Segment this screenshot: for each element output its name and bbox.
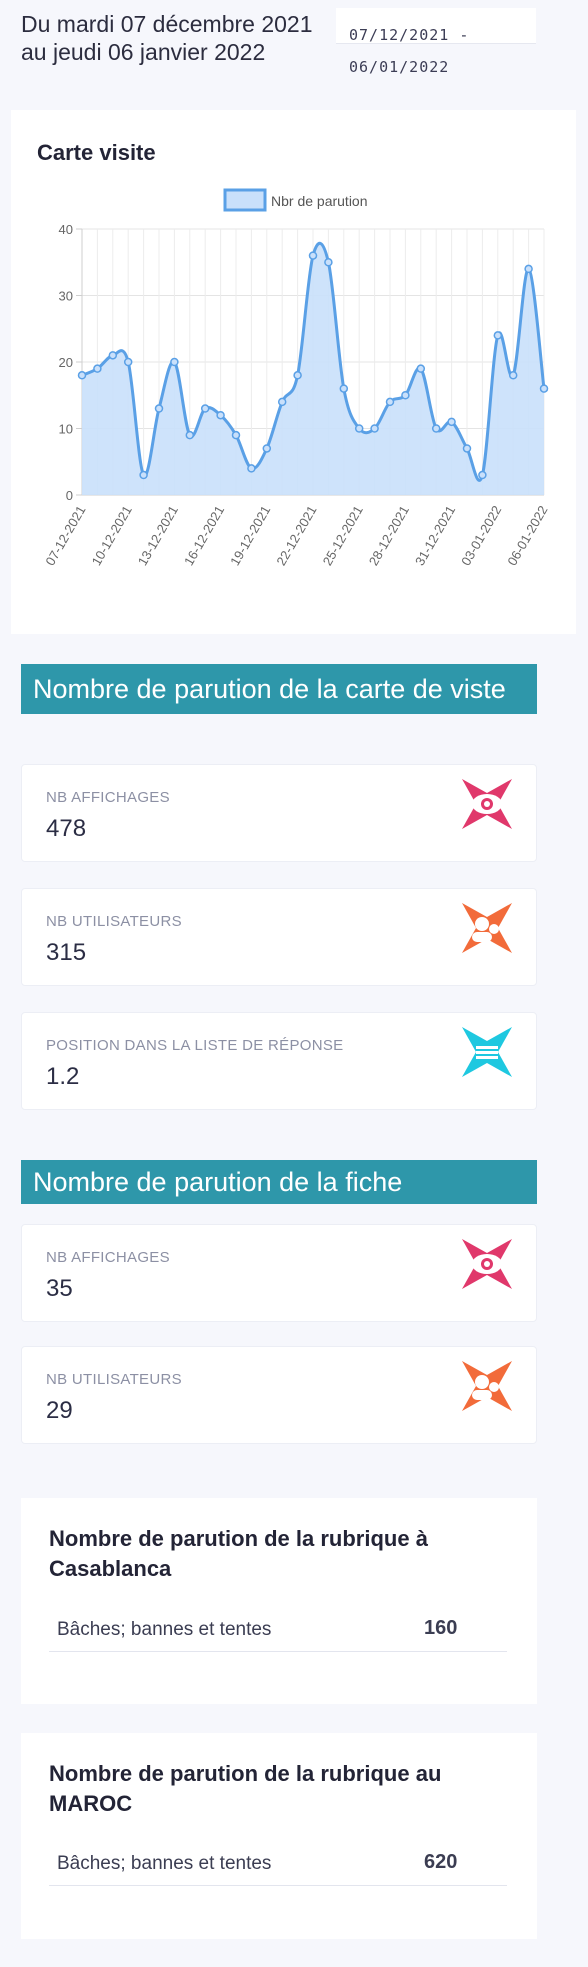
date-range-start: 07/12/2021 - [349, 26, 470, 44]
stat-value: 35 [46, 1275, 73, 1302]
rubrique-maroc-title: Nombre de parution de la rubrique au MAR… [49, 1761, 442, 1816]
rubrique-casablanca-card: Nombre de parution de la rubrique à Casa… [21, 1498, 537, 1704]
x-tick-label: 28-12-2021 [366, 503, 412, 568]
data-point [493, 331, 503, 340]
stat-label: POSITION DANS LA LISTE DE RÉPONSE [46, 1037, 344, 1054]
data-point [401, 391, 410, 400]
data-point [354, 424, 364, 433]
data-point [431, 424, 441, 433]
rubrique-value: 160 [424, 1617, 458, 1639]
data-point [539, 384, 549, 393]
data-point [416, 364, 426, 373]
data-point [216, 410, 225, 420]
date-title: Du mardi 07 décembre 2021 au jeudi 06 ja… [21, 11, 313, 65]
rubrique-name: Bâches; bannes et tentes [57, 1853, 272, 1874]
data-point [231, 430, 241, 440]
data-point [108, 351, 118, 360]
table-row: Bâches; bannes et tentes 620 [49, 1845, 507, 1886]
y-tick-label: 40 [59, 222, 73, 237]
data-point [277, 397, 287, 407]
legend-swatch [223, 188, 267, 212]
data-point [508, 371, 518, 380]
eye-icon [462, 779, 512, 829]
line-chart: 01020304007-12-2021 10-12-2021 13-12-2021 1… [42, 188, 551, 568]
stat-card-affichages-fiche: NB AFFICHAGES 35 [21, 1224, 537, 1322]
stat-label: NB AFFICHAGES [46, 789, 170, 806]
x-tick-label: 03-01-2022 [458, 503, 504, 568]
users-icon [462, 1361, 512, 1411]
x-tick-label: 31-12-2021 [412, 503, 458, 568]
users-icon [462, 903, 512, 953]
rubrique-value: 620 [424, 1851, 458, 1873]
data-point [93, 364, 102, 373]
stat-label: NB UTILISATEURS [46, 913, 182, 930]
table-row: Bâches; bannes et tentes 160 [49, 1611, 507, 1652]
data-point [170, 357, 179, 367]
stat-card-position: POSITION DANS LA LISTE DE RÉPONSE 1.2 [21, 1012, 537, 1110]
section-title-fiche: Nombre de parution de la fiche [21, 1160, 537, 1204]
rubrique-casablanca-title: Nombre de parution de la rubrique à Casa… [49, 1526, 428, 1581]
y-tick-label: 0 [66, 488, 73, 503]
x-tick-label: 06-01-2022 [504, 503, 550, 568]
data-point [339, 384, 349, 393]
x-tick-label: 25-12-2021 [320, 503, 366, 568]
data-point [385, 397, 395, 407]
stat-value: 1.2 [46, 1063, 80, 1090]
date-range-picker[interactable]: 07/12/2021 - [336, 8, 536, 44]
x-tick-label: 19-12-2021 [227, 503, 273, 568]
rubrique-name: Bâches; bannes et tentes [57, 1619, 272, 1640]
data-point [262, 444, 272, 453]
stat-value: 478 [46, 815, 87, 842]
stat-card-affichages: NB AFFICHAGES 478 [21, 764, 537, 862]
data-point [293, 371, 302, 380]
stat-card-utilisateurs: NB UTILISATEURS 315 [21, 888, 537, 986]
x-tick-label: 13-12-2021 [135, 503, 181, 568]
stat-label: NB UTILISATEURS [46, 1371, 182, 1388]
x-tick-label: 22-12-2021 [273, 503, 319, 568]
date-range-end: 06/01/2022 [349, 58, 450, 76]
data-point [447, 417, 456, 427]
stat-card-utilisateurs-fiche: NB UTILISATEURS 29 [21, 1346, 537, 1444]
section-title-carte: Nombre de parution de la carte de viste [21, 664, 537, 714]
chart-card: Carte visite 0 10 20 30 40 07-12-2021 10-12-20… [11, 110, 576, 634]
y-tick-label: 10 [59, 422, 73, 437]
data-point [370, 424, 379, 433]
eye-icon [462, 1239, 512, 1289]
data-point [462, 444, 472, 453]
data-point [524, 264, 533, 274]
data-point [154, 404, 164, 413]
stat-value: 315 [46, 939, 87, 966]
data-point [77, 371, 87, 380]
stat-label: NB AFFICHAGES [46, 1249, 170, 1266]
data-point [139, 470, 148, 480]
x-tick-label: 07-12-2021 [42, 503, 88, 568]
data-point [308, 251, 318, 260]
y-tick-label: 20 [59, 355, 73, 370]
data-point [324, 258, 333, 267]
data-point [200, 404, 210, 413]
x-tick-label: 16-12-2021 [181, 503, 227, 568]
data-point [247, 464, 256, 473]
rubrique-maroc-card: Nombre de parution de la rubrique au MAR… [21, 1733, 537, 1939]
data-point [478, 470, 487, 480]
data-point [185, 430, 195, 440]
list-position-icon [462, 1027, 512, 1077]
x-tick-label: 10-12-2021 [89, 503, 135, 568]
data-point [123, 357, 133, 367]
y-tick-label: 30 [59, 289, 73, 304]
legend-label: Nbr de parution [271, 193, 368, 209]
stat-value: 29 [46, 1397, 73, 1424]
